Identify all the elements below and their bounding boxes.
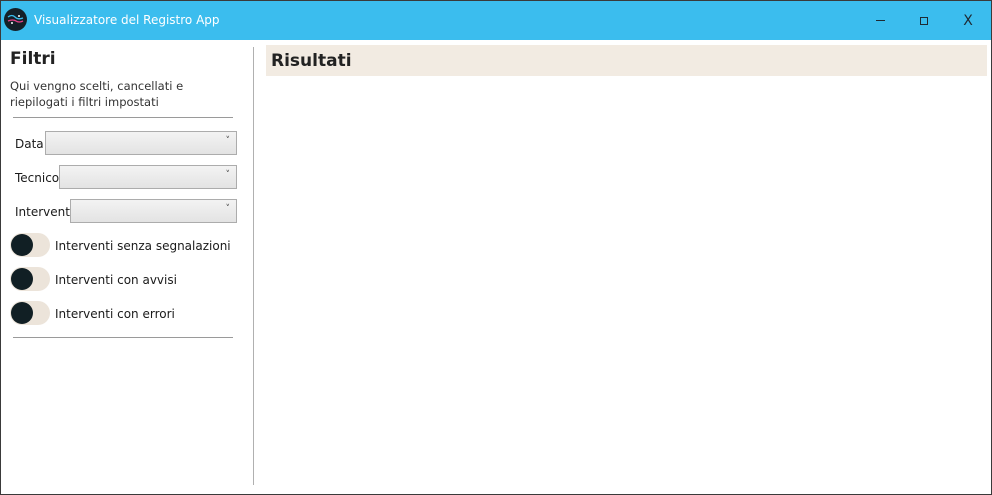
maximize-icon xyxy=(920,16,928,25)
toggle-label-con-errori: Interventi con errori xyxy=(55,307,175,321)
tecnico-select[interactable]: ˅ xyxy=(59,165,237,189)
interventi-select[interactable]: ˅ xyxy=(70,199,237,223)
interventi-label: Interventi xyxy=(15,205,74,219)
toggle-knob xyxy=(11,234,33,256)
minimize-button[interactable] xyxy=(857,1,903,40)
filters-description: Qui vengno scelti, cancellati e riepilog… xyxy=(10,79,184,109)
filters-title: Filtri xyxy=(10,49,56,69)
results-title: Risultati xyxy=(271,51,352,71)
toggle-knob xyxy=(11,268,33,290)
toggle-knob xyxy=(11,302,33,324)
toggle-con-avvisi[interactable] xyxy=(10,267,50,291)
maximize-button[interactable] xyxy=(901,1,947,40)
toggle-label-senza-segnalazioni: Interventi senza segnalazioni xyxy=(55,239,231,253)
chevron-down-icon: ˅ xyxy=(225,204,231,214)
tecnico-label: Tecnico xyxy=(15,171,60,185)
toggle-label-con-avvisi: Interventi con avvisi xyxy=(55,273,177,287)
chevron-down-icon: ˅ xyxy=(225,136,231,146)
app-window: Visualizzatore del Registro App X Filtri… xyxy=(0,0,992,495)
data-label: Data xyxy=(15,137,44,151)
data-select[interactable]: ˅ xyxy=(45,131,237,155)
app-logo-icon xyxy=(4,8,27,31)
panel-splitter[interactable] xyxy=(253,47,254,485)
toggle-con-errori[interactable] xyxy=(10,301,50,325)
title-bar[interactable]: Visualizzatore del Registro App X xyxy=(1,1,991,40)
toggle-senza-segnalazioni[interactable] xyxy=(10,233,50,257)
window-title: Visualizzatore del Registro App xyxy=(34,13,220,27)
chevron-down-icon: ˅ xyxy=(225,170,231,180)
close-button[interactable]: X xyxy=(945,1,991,40)
filters-divider-top xyxy=(13,117,233,118)
filters-divider-bottom xyxy=(13,337,233,338)
minimize-icon xyxy=(875,20,885,21)
results-header: Risultati xyxy=(266,45,987,76)
